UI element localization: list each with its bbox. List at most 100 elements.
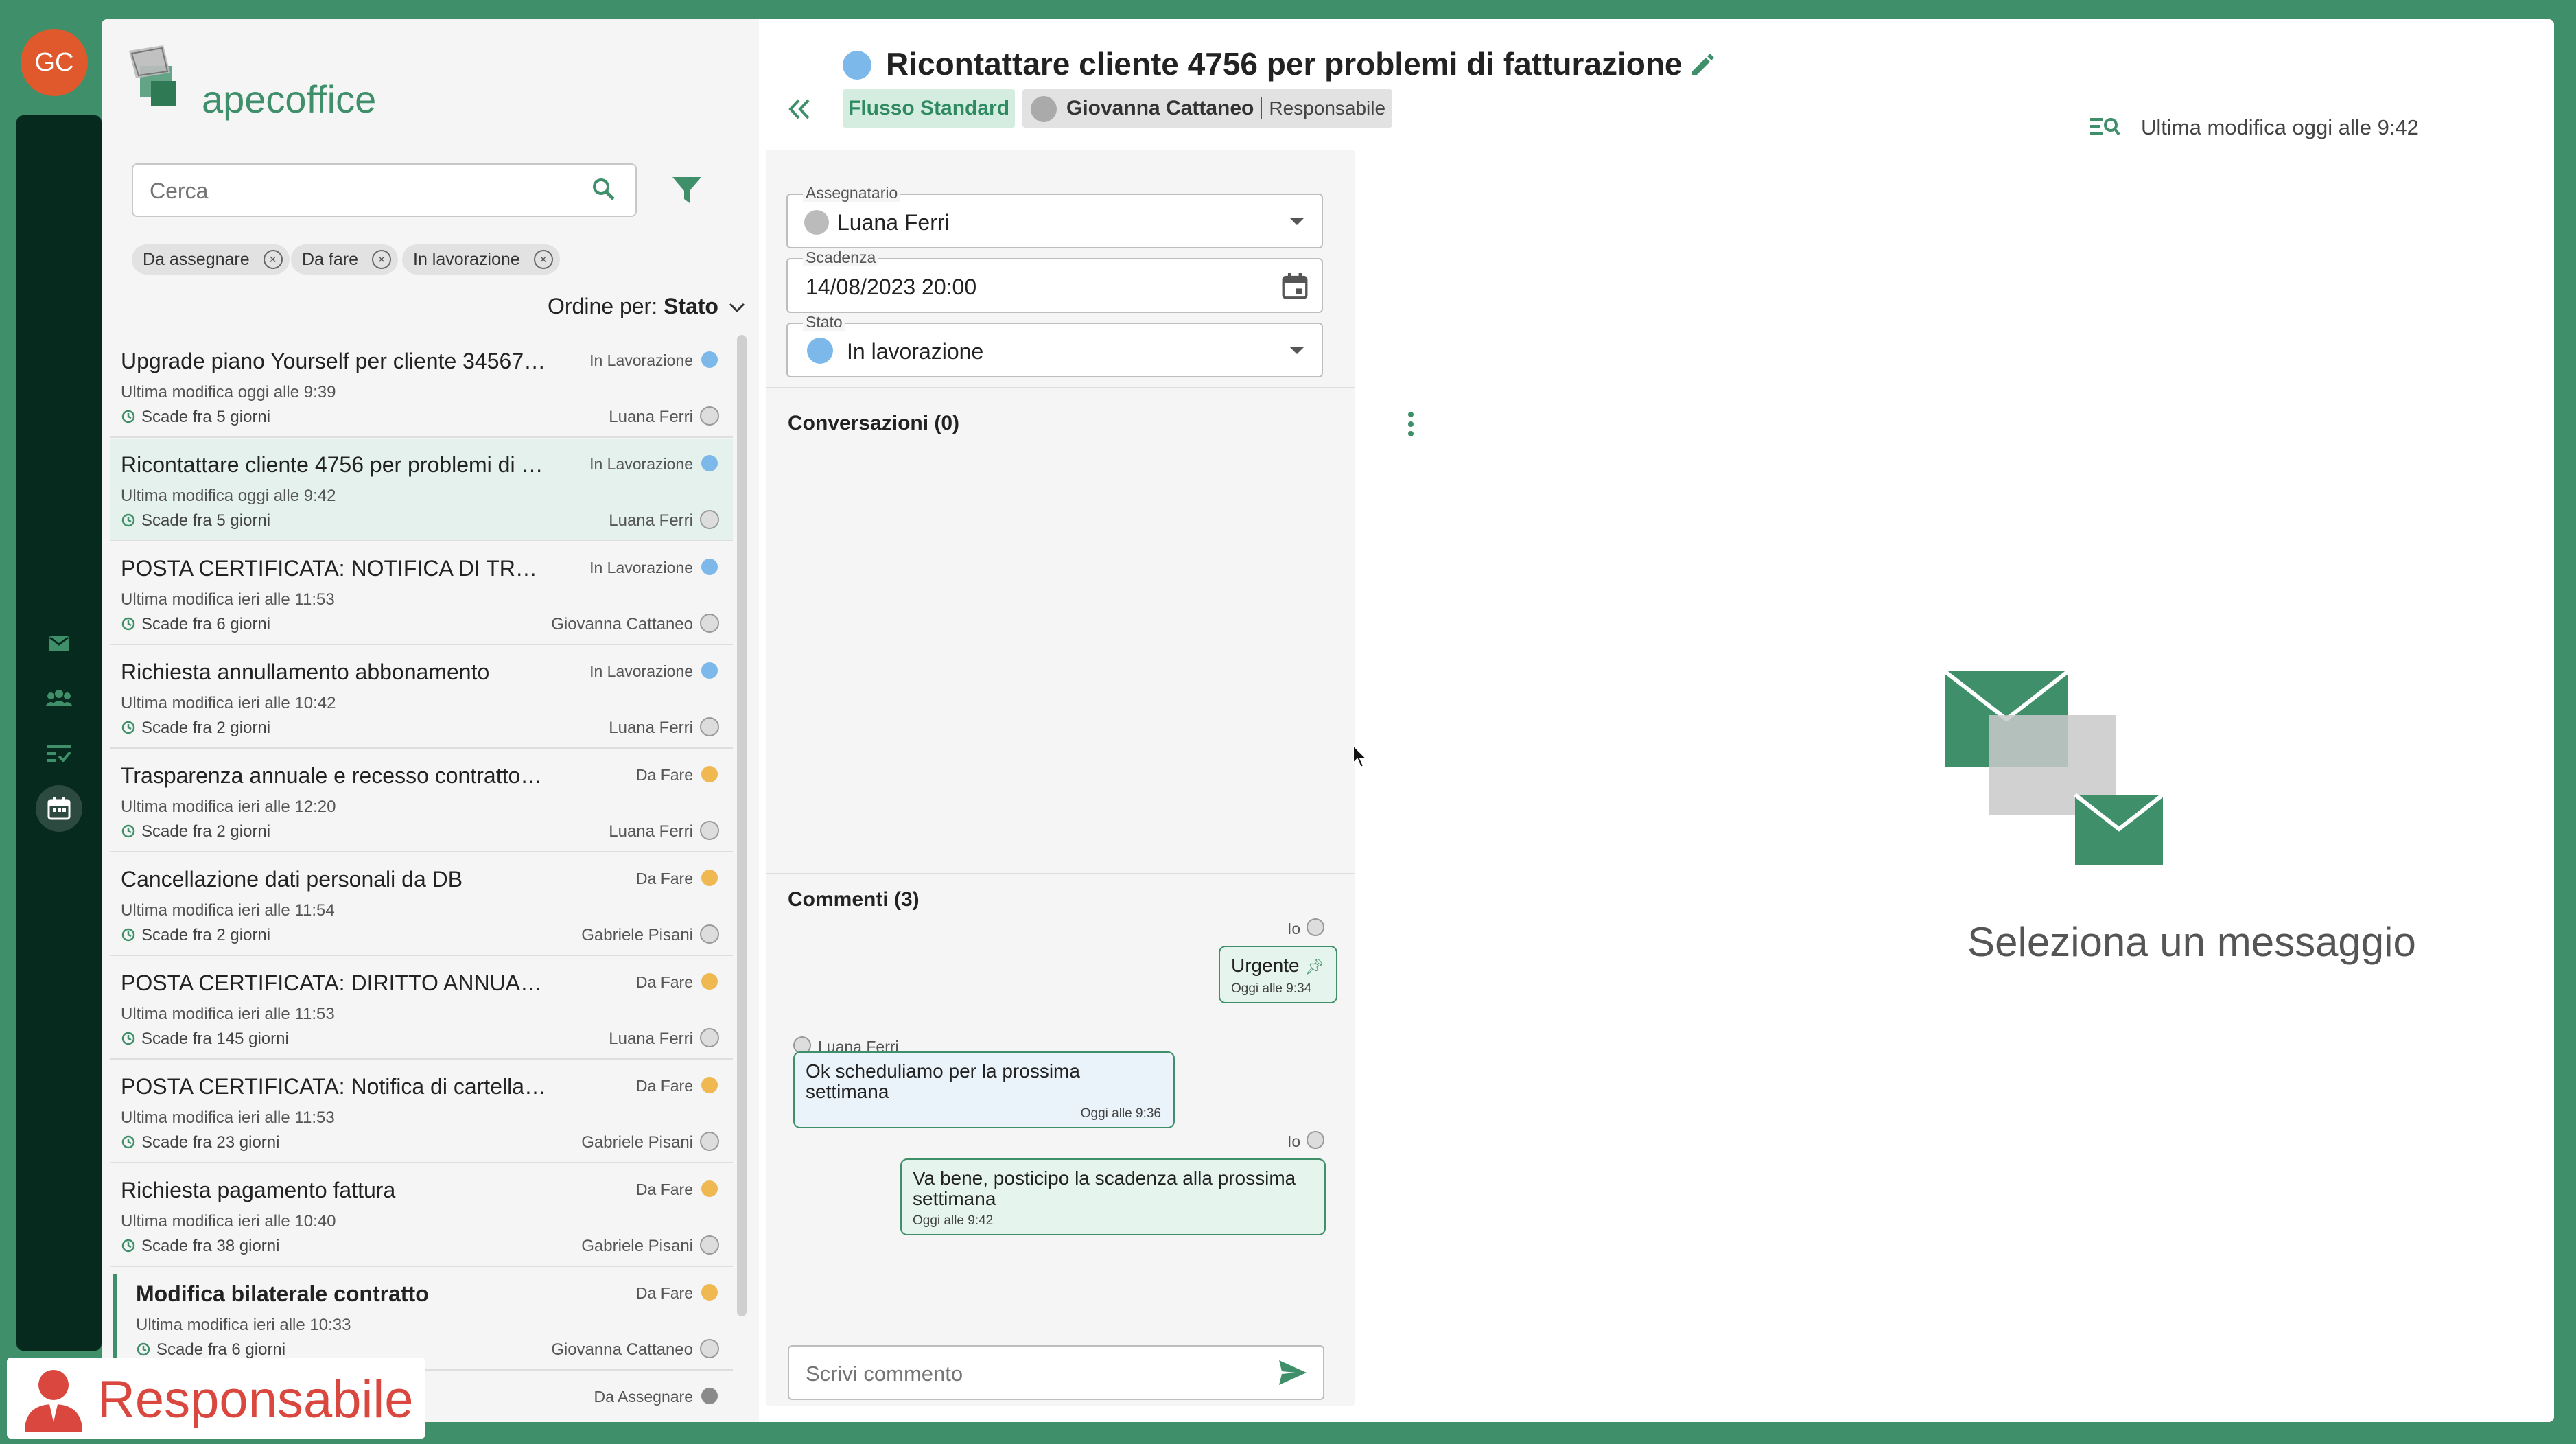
filter-chip[interactable]: In lavorazione × [402, 244, 560, 275]
item-modified: Ultima modifica ieri alle 10:33 [136, 1316, 351, 1334]
state-value: In lavorazione [847, 339, 984, 364]
more-vert-icon[interactable] [1405, 410, 1416, 438]
item-assignee: Luana Ferri [609, 511, 693, 530]
person-icon [25, 1370, 82, 1432]
divider [766, 387, 1355, 388]
item-title: Ricontattare cliente 4756 per problemi d… [121, 452, 546, 477]
list-item[interactable]: Modifica bilaterale contratto Ultima modi… [110, 1268, 733, 1371]
collapse-panel-icon[interactable] [788, 88, 811, 128]
app-window: apecoffice Ordine per: Stato Upgrade pia… [102, 19, 2554, 1422]
item-due: Scade fra 2 giorni [121, 926, 270, 945]
envelopes-illustration [1945, 671, 2164, 865]
clock-icon [121, 1135, 135, 1149]
user-avatar[interactable]: GC [21, 29, 88, 96]
clock-icon [121, 513, 135, 527]
mail-icon[interactable] [16, 623, 102, 664]
clock-icon [121, 824, 135, 838]
owner-tag[interactable]: Giovanna Cattaneo Responsabile [1022, 89, 1393, 128]
item-title: Richiesta annullamento abbonamento [121, 660, 490, 684]
filter-chip[interactable]: Da assegnare × [132, 244, 290, 275]
status-dot [701, 870, 718, 886]
item-title: Upgrade piano Yourself per cliente 34567… [121, 349, 546, 373]
comment-text: Urgente 📌︎ [1231, 955, 1324, 976]
clock-icon [121, 721, 135, 734]
calendar-icon[interactable] [1282, 273, 1308, 299]
clock-icon [137, 1342, 150, 1356]
item-assignee: Gabriele Pisani [581, 1237, 693, 1255]
status-label: Da Assegnare [594, 1388, 693, 1406]
status-label: Da Fare [635, 973, 693, 991]
clock-icon [121, 1239, 135, 1253]
item-assignee: Luana Ferri [609, 408, 693, 426]
list-item[interactable]: Trasparenza annuale e recesso contratto … [110, 749, 733, 852]
comment-bubble: Ok scheduliamo per la prossima settimana… [793, 1051, 1175, 1128]
search-icon[interactable] [590, 176, 618, 203]
status-label: In Lavorazione [589, 559, 693, 577]
filter-chip[interactable]: Da fare × [291, 244, 398, 275]
item-assignee: Luana Ferri [609, 719, 693, 737]
item-assignee: Gabriele Pisani [581, 926, 693, 944]
list-scrollbar[interactable] [737, 335, 747, 1316]
due-date-field[interactable]: Scadenza 14/08/2023 20:00 [786, 248, 1323, 313]
state-dot [807, 338, 833, 364]
filter-chip-label: In lavorazione [413, 250, 520, 269]
user-avatar-icon [804, 210, 829, 235]
clock-icon [121, 617, 135, 631]
assignee-label: Assegnatario [803, 184, 901, 202]
team-icon[interactable] [16, 677, 102, 718]
list-item[interactable]: Richiesta pagamento fattura Ultima modifi… [110, 1164, 733, 1267]
flow-tag[interactable]: Flusso Standard [843, 89, 1016, 128]
status-label: Da Fare [635, 1077, 693, 1095]
sort-selector[interactable]: Ordine per: Stato [548, 294, 745, 319]
status-label: In Lavorazione [589, 351, 693, 369]
assignee-value: Luana Ferri [837, 210, 950, 235]
search-box[interactable] [132, 163, 637, 217]
divider [766, 873, 1355, 874]
comment-time: Oggi alle 9:34 [1231, 981, 1312, 996]
close-icon[interactable]: × [371, 250, 391, 269]
last-modified: Ultima modifica oggi alle 9:42 [2141, 115, 2419, 139]
item-assignee: Gabriele Pisani [581, 1133, 693, 1152]
filter-icon[interactable] [671, 174, 703, 206]
status-label: Da Fare [635, 1180, 693, 1198]
item-title: Trasparenza annuale e recesso contratto … [121, 763, 546, 788]
item-modified: Ultima modifica ieri alle 11:53 [121, 590, 335, 609]
user-avatar-icon [700, 924, 719, 944]
comment-input[interactable] [806, 1362, 1245, 1386]
list-item[interactable]: POSTA CERTIFICATA: DIRITTO ANNUALE: info… [110, 957, 733, 1060]
filter-chip-label: Da assegnare [143, 250, 250, 269]
list-item[interactable]: Cancellazione dati personali da DB Ultima… [110, 853, 733, 956]
comment-box[interactable] [788, 1345, 1324, 1400]
list-item[interactable]: POSTA CERTIFICATA: NOTIFICA DI TRASMISSI… [110, 542, 733, 645]
clock-icon [121, 410, 135, 423]
tasks-icon[interactable] [16, 733, 102, 774]
item-modified: Ultima modifica oggi alle 9:42 [121, 487, 336, 505]
comment-text: Ok scheduliamo per la prossima settimana [806, 1060, 1080, 1102]
list-item[interactable]: Upgrade piano Yourself per cliente 34567… [110, 335, 733, 438]
item-due: Scade fra 5 giorni [121, 511, 270, 531]
item-due: Scade fra 5 giorni [121, 408, 270, 427]
status-dot [701, 351, 718, 368]
item-due: Scade fra 6 giorni [121, 615, 270, 634]
detail-title: Ricontattare cliente 4756 per problemi d… [886, 46, 1683, 82]
list-item[interactable]: POSTA CERTIFICATA: Notifica di cartella … [110, 1060, 733, 1163]
send-icon[interactable] [1278, 1359, 1308, 1386]
status-label: In Lavorazione [589, 455, 693, 473]
user-avatar-icon [700, 821, 719, 840]
user-avatar-icon [700, 614, 719, 633]
history-search-icon[interactable] [2090, 115, 2120, 139]
item-due-text: Scade fra 23 giorni [141, 1133, 280, 1152]
state-select[interactable]: Stato In lavorazione [786, 313, 1323, 377]
item-modified: Ultima modifica ieri alle 11:54 [121, 901, 335, 920]
assignee-select[interactable]: Assegnatario Luana Ferri [786, 184, 1323, 248]
close-icon[interactable]: × [533, 250, 553, 269]
calendar-icon[interactable] [16, 788, 102, 829]
close-icon[interactable]: × [263, 250, 283, 269]
list-item[interactable]: Richiesta annullamento abbonamento Ultima… [110, 646, 733, 749]
edit-icon[interactable] [1688, 51, 1716, 78]
unread-indicator [113, 1274, 117, 1371]
search-input[interactable] [150, 178, 561, 204]
list-item[interactable]: Ricontattare cliente 4756 per problemi d… [110, 439, 733, 542]
user-avatar-icon [700, 406, 719, 426]
role-badge-label: Responsabile [97, 1371, 414, 1429]
